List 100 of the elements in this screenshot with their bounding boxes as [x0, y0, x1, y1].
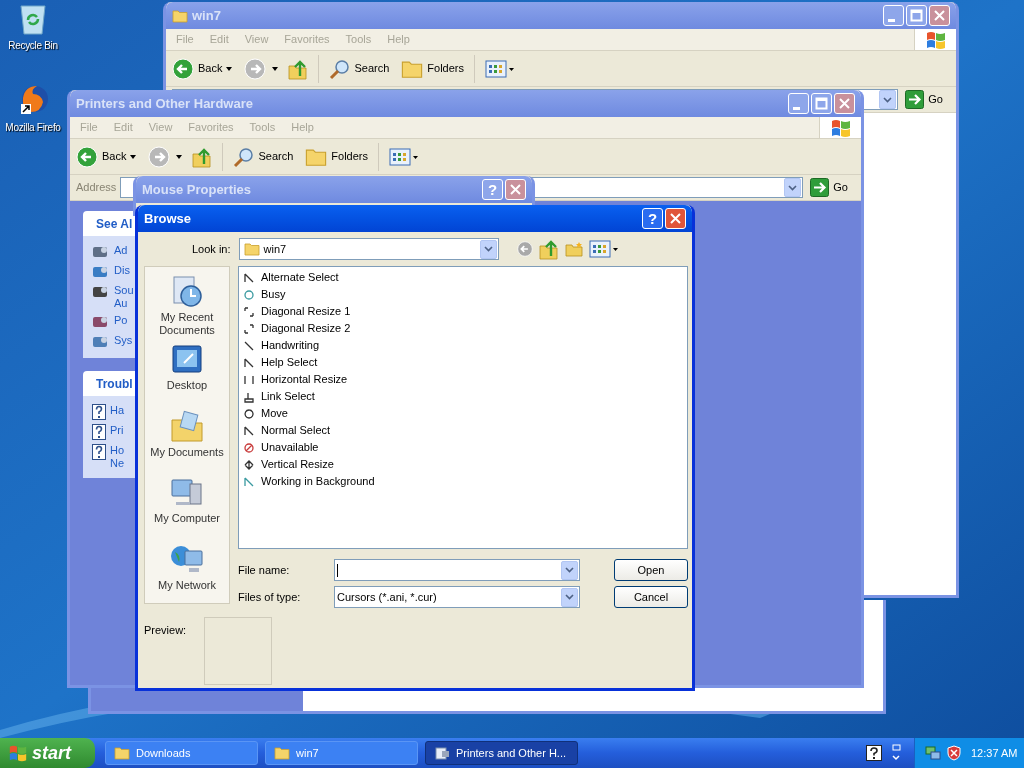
desktop-shortcut[interactable]: Recycle Bin [0, 2, 66, 53]
cursor-icon [243, 322, 255, 335]
cursor-icon [243, 271, 255, 284]
search-button[interactable]: Search [329, 57, 390, 80]
caret-icon [226, 66, 233, 71]
cursor-icon [243, 373, 255, 386]
clock: 12:37 AM [971, 745, 1018, 761]
back-button[interactable]: Back [172, 57, 233, 80]
folders-icon [401, 58, 424, 79]
look-in-dropdown[interactable]: win7 [238, 238, 499, 260]
cancel-button[interactable]: Cancel [614, 586, 688, 608]
taskbar-button[interactable]: Downloads [105, 741, 258, 765]
device-icon [92, 314, 110, 330]
list-item[interactable]: Link Select [243, 388, 687, 405]
device-icon [92, 244, 110, 260]
file-name-field[interactable] [334, 559, 580, 581]
desktop-shortcut[interactable]: Mozilla Firefo [0, 84, 66, 135]
open-button[interactable]: Open [614, 559, 688, 581]
go-arrow-icon [905, 90, 925, 109]
views-icon [389, 147, 419, 166]
device-icon [92, 284, 110, 300]
forward-icon [244, 57, 267, 80]
dropdown-icon[interactable] [561, 587, 578, 607]
folder-icon [243, 242, 260, 256]
help-button[interactable]: ? [642, 208, 663, 229]
list-item[interactable]: Vertical Resize [243, 456, 687, 473]
minimize-icon [793, 106, 800, 110]
dropdown-icon[interactable] [879, 90, 897, 109]
list-item[interactable]: Diagonal Resize 2 [243, 320, 687, 337]
network-icon[interactable] [925, 745, 941, 761]
window-title: win7 [192, 6, 221, 25]
folders-button[interactable]: Folders [401, 58, 464, 79]
folders-icon [305, 146, 328, 167]
task-link[interactable]: Dis [114, 264, 130, 277]
maximize-button[interactable] [906, 5, 927, 26]
list-item[interactable]: Horizontal Resize [243, 371, 687, 388]
new-folder-icon [564, 241, 583, 257]
close-button[interactable] [665, 208, 686, 229]
forward-button[interactable] [244, 57, 279, 80]
places-item[interactable]: Desktop [145, 337, 229, 404]
back-icon [172, 57, 194, 80]
recycle-bin-icon [18, 2, 48, 36]
cursor-icon [243, 424, 255, 437]
list-item[interactable]: Busy [243, 286, 687, 303]
close-icon [838, 97, 851, 110]
dropdown-icon[interactable] [784, 178, 802, 197]
list-item[interactable]: Move [243, 405, 687, 422]
recent-documents-icon [170, 275, 204, 309]
maximize-button[interactable] [811, 93, 832, 114]
taskbar-button[interactable]: win7 [265, 741, 418, 765]
task-link[interactable]: Po [114, 314, 128, 327]
dropdown-icon[interactable] [561, 560, 578, 580]
back-button[interactable]: Back [76, 145, 137, 168]
task-link[interactable]: Sou Au [114, 284, 134, 310]
preview-box [204, 617, 272, 685]
cursor-icon [243, 356, 255, 369]
search-button[interactable]: Search [233, 145, 294, 168]
file-type-dropdown[interactable]: Cursors (*.ani, *.cur) [334, 586, 580, 608]
cursor-icon [243, 288, 255, 301]
places-item[interactable]: My Documents [145, 403, 229, 470]
preview-label: Preview: [144, 623, 188, 638]
text-cursor-icon [337, 563, 338, 577]
list-item[interactable]: Normal Select [243, 422, 687, 439]
close-button[interactable] [834, 93, 855, 114]
restore-icon[interactable] [890, 744, 902, 762]
places-item[interactable]: My Computer [145, 470, 229, 537]
help-icon[interactable] [866, 745, 882, 761]
taskbar-button[interactable]: Printers and Other H... [425, 741, 578, 765]
cursor-icon [243, 305, 255, 318]
places-item[interactable]: My Recent Documents [145, 269, 229, 337]
task-pane-title[interactable]: See Al [96, 214, 133, 233]
task-link[interactable]: Sys [114, 334, 133, 347]
close-button[interactable] [929, 5, 950, 26]
folders-button[interactable]: Folders [305, 146, 368, 167]
task-pane-title[interactable]: Troubl [96, 374, 133, 393]
cursor-icon [243, 441, 255, 454]
forward-button[interactable] [148, 145, 183, 168]
dropdown-icon[interactable] [479, 239, 497, 259]
list-item[interactable]: Unavailable [243, 439, 687, 456]
cursor-icon [243, 339, 255, 352]
list-item[interactable]: Handwriting [243, 337, 687, 354]
task-link[interactable]: Ad [114, 244, 128, 257]
minimize-button[interactable] [883, 5, 904, 26]
window-title: Mouse Properties [142, 180, 252, 199]
windows-logo-icon [8, 743, 28, 763]
close-button[interactable] [505, 179, 526, 200]
task-link[interactable]: Ho Ne [110, 444, 125, 470]
list-item[interactable]: Working in Background [243, 473, 687, 490]
places-item[interactable]: My Network [145, 536, 229, 603]
task-link[interactable]: Pri [110, 424, 124, 437]
list-item[interactable]: Diagonal Resize 1 [243, 303, 687, 320]
list-item[interactable]: Help Select [243, 354, 687, 371]
go-button[interactable]: Go [807, 178, 851, 197]
task-link[interactable]: Ha [110, 404, 125, 417]
list-item[interactable]: Alternate Select [243, 269, 687, 286]
up-folder-icon [538, 238, 559, 260]
close-icon [509, 183, 522, 196]
go-button[interactable]: Go [902, 90, 946, 109]
minimize-button[interactable] [788, 93, 809, 114]
shield-icon[interactable] [947, 745, 961, 761]
